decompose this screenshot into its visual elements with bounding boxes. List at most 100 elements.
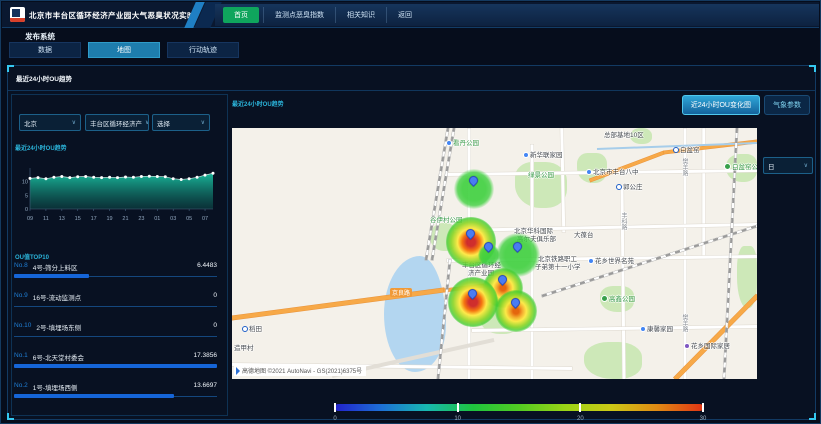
ou-value: 0 [213,322,217,332]
poi-icon [640,326,646,332]
trend-chart: 0510091113151719212301030507 [14,158,218,222]
map-road [454,223,757,232]
map-label: 子弟第十一小学 [535,265,581,272]
logo-red-bar [10,18,25,22]
svg-text:0: 0 [25,207,28,213]
map-label: 新华联家园 [523,152,563,160]
legend-tick-mark [702,403,704,412]
map-park-area [584,342,642,379]
svg-text:11: 11 [43,216,49,222]
view-tabs: 数据地图行动轨迹 [9,42,239,58]
top-list-row-text: No.16号-北天堂村委会17.3856 [14,352,217,362]
nav-item-back[interactable]: 返回 [386,7,423,23]
top-list-row: No.16号-北天堂村委会17.3856 [14,352,217,378]
chevron-down-icon: ∨ [804,162,808,169]
legend-tick-mark [334,403,336,412]
panel-corner-accent [809,65,816,72]
rank-label: No.10 [14,322,31,332]
app-title: 北京市丰台区循环经济产业园大气恶臭状况实时 [29,10,195,21]
site-name: 6号-北天堂村委会 [33,352,194,362]
svg-text:03: 03 [170,216,176,222]
ou-value: 6.4483 [197,262,217,272]
heatmap-blob [448,277,498,327]
heatmap-blob [495,290,537,332]
top-list-row: No.916号-流动监测点0 [14,292,217,318]
legend-gradient-bar: 0102030 [335,404,703,411]
map-label: 稻田 [242,326,262,334]
progress-fill [14,364,217,368]
filter-city-select[interactable]: 北京 ∨ [19,114,81,131]
map-label: 看丹公园 [446,140,479,148]
site-name: 16号-流动监测点 [33,292,214,302]
map-label: 白盆窑 [673,147,700,155]
top-bar: 北京市丰台区循环经济产业园大气恶臭状况实时 首页监测点恶臭指数相关知识返回 [2,2,819,28]
map-park-area [515,162,567,208]
site-name: 1号-填埋场西侧 [33,382,194,392]
site-name: 2号-填埋场东侧 [36,322,213,332]
svg-text:19: 19 [107,216,113,222]
legend-tick-label: 20 [577,416,584,422]
map-label: 康馨家园 [640,326,673,334]
tab-map[interactable]: 地图 [88,42,160,58]
svg-text:10: 10 [22,180,28,186]
legend-tick-label: 30 [700,416,707,422]
poi-icon [523,152,529,158]
chevron-down-icon: ∨ [72,119,76,126]
svg-text:5: 5 [25,193,28,199]
interval-select[interactable]: 日 ∨ [763,157,813,174]
svg-text:01: 01 [154,216,160,222]
map-subtitle: 最近24小时OU趋势 [232,99,284,108]
tab-data[interactable]: 数据 [9,42,81,58]
road-name-label: 京良路 [390,288,412,297]
metro-icon [616,184,622,190]
map-canvas[interactable]: 看丹公园总部基地10区新华联家园绿景公园北京市丰台八中白盆窑白盆窑公园郭公庄大葆… [232,128,757,379]
svg-text:07: 07 [202,216,208,222]
top-list: No.84号-筛分上料区6.4483 No.916号-流动监测点0 No.10 2号-… [14,262,217,412]
svg-text:13: 13 [59,216,65,222]
filter-park-value: 丰台区循环经济产 [90,118,142,128]
legend-tick-label: 0 [333,416,336,422]
app-root: 北京市丰台区循环经济产业园大气恶臭状况实时 首页监测点恶臭指数相关知识返回 发布… [0,0,821,424]
filter-park-select[interactable]: 丰台区循环经济产∨ [85,114,149,131]
nav-item-home[interactable]: 首页 [223,7,259,23]
legend-tick-mark [579,403,581,412]
map-label: 大葆台 [574,233,594,240]
top-list-row-text: No.10 2号-填埋场东侧0 [14,322,217,332]
ou-value: 0 [213,292,217,302]
svg-text:05: 05 [186,216,192,222]
interval-value: 日 [768,161,775,171]
chevron-down-icon: ∨ [145,119,149,126]
top-list-row-text: No.916号-流动监测点0 [14,292,217,302]
map-label: 高鑫公园 [601,295,635,304]
nav-item-knowledge[interactable]: 相关知识 [335,7,386,23]
filter-city-value: 北京 [24,118,37,128]
map-label: 丰科路 [620,212,626,230]
progress-track [14,306,217,307]
app-logo-icon [10,7,25,22]
svg-text:17: 17 [91,216,97,222]
top-list-row: No.10 2号-填埋场东侧0 [14,322,217,348]
svg-text:21: 21 [122,216,128,222]
tab-trajectory[interactable]: 行动轨迹 [167,42,239,58]
panel-title: 最近24小时OU趋势 [16,73,72,83]
poi-icon [586,169,592,175]
top-list-row-text: No.84号-筛分上料区6.4483 [14,262,217,272]
metro-icon [242,326,248,332]
filter-point-select[interactable]: 选择∨ [152,114,210,131]
park-icon [601,295,608,302]
map-label: 造甲村 [234,346,254,353]
rank-label: No.2 [14,382,28,392]
weather-params-button[interactable]: 气象参数 [764,95,810,115]
map-label: 郭公庄 [616,184,643,192]
top-list-title: OU值TOP10 [15,252,49,261]
map-label: 北京铁路职工 [538,257,577,264]
svg-text:15: 15 [75,216,81,222]
map-label: 白盆窑公园 [724,163,757,172]
top-list-row: No.84号-筛分上料区6.4483 [14,262,217,288]
nav-item-odor-index[interactable]: 监测点恶臭指数 [263,7,335,23]
logo-glyph [12,9,20,17]
ou-change-chart-button[interactable]: 近24小时OU变化图 [682,95,760,115]
map-label: 樊羊路 [681,314,687,332]
svg-text:23: 23 [138,216,144,222]
main-panel: 最近24小时OU趋势 北京∨丰台区循环经济产∨选择∨ 最近24小时OU趋势 05… [7,65,816,420]
